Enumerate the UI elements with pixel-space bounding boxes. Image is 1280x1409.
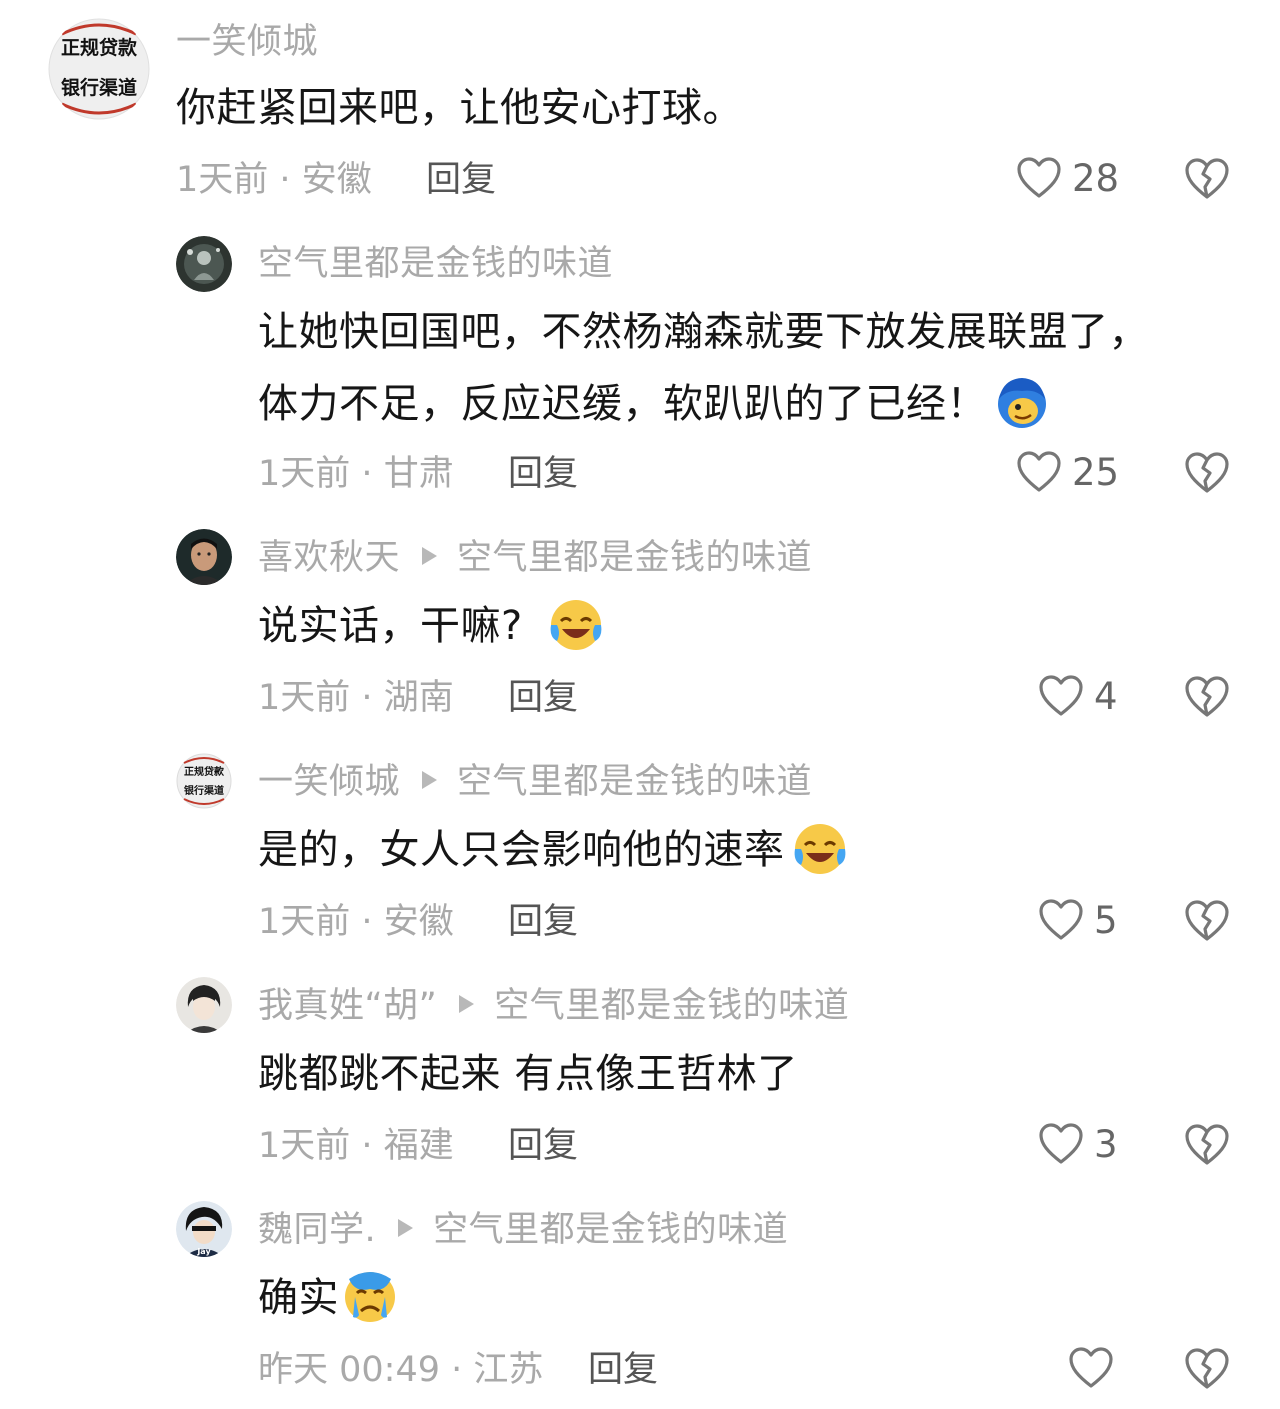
reply-button[interactable]: 回复 xyxy=(508,1126,578,1166)
svg-text:正规贷款: 正规贷款 xyxy=(61,36,138,59)
reply-to-username[interactable]: 空气里都是金钱的味道 xyxy=(457,538,812,578)
broken-heart-icon xyxy=(1185,676,1229,717)
reply-arrow-icon xyxy=(459,995,475,1013)
like-button[interactable]: 5 xyxy=(1038,898,1118,942)
username[interactable]: 一笑倾城 xyxy=(176,22,318,62)
dislike-button[interactable] xyxy=(1184,899,1230,947)
like-button[interactable]: 4 xyxy=(1038,674,1118,718)
location: 福建 xyxy=(383,1126,454,1166)
location: 江苏 xyxy=(473,1350,544,1390)
reply-to-username[interactable]: 空气里都是金钱的味道 xyxy=(457,762,812,802)
svg-text:正规贷款: 正规贷款 xyxy=(184,765,225,778)
reply-button[interactable]: 回复 xyxy=(508,454,578,494)
svg-text:银行渠道: 银行渠道 xyxy=(61,76,137,99)
heart-outline-icon xyxy=(1039,899,1083,940)
like-count: 28 xyxy=(1072,156,1120,200)
comment-line: 让她快回国吧，不然杨瀚森就要下放发展联盟了， xyxy=(258,309,1149,355)
like-count: 3 xyxy=(1094,1122,1118,1166)
separator: · xyxy=(279,160,291,200)
broken-heart-icon xyxy=(1185,1348,1229,1389)
comment-meta: 1天前 · 安徽 xyxy=(176,160,372,200)
avatar[interactable]: 正规贷款 银行渠道 xyxy=(176,753,232,809)
location: 甘肃 xyxy=(383,454,454,494)
separator: · xyxy=(361,678,373,718)
svg-text:银行渠道: 银行渠道 xyxy=(184,784,224,797)
timestamp: 1天前 xyxy=(258,678,351,718)
avatar[interactable] xyxy=(176,236,232,292)
location: 湖南 xyxy=(383,678,454,718)
like-button[interactable] xyxy=(1068,1346,1114,1390)
timestamp: 1天前 xyxy=(176,160,269,200)
reply-button[interactable]: 回复 xyxy=(588,1350,658,1390)
timestamp: 1天前 xyxy=(258,902,351,942)
comment-meta: 1天前 · 湖南 xyxy=(258,678,454,718)
dislike-button[interactable] xyxy=(1184,675,1230,723)
avatar[interactable] xyxy=(176,529,232,585)
heart-outline-icon xyxy=(1039,1123,1083,1164)
broken-heart-icon xyxy=(1185,1124,1229,1165)
reply-to-username[interactable]: 空气里都是金钱的味道 xyxy=(433,1210,788,1250)
crying-emoji xyxy=(345,1272,395,1322)
separator: · xyxy=(361,902,373,942)
timestamp: 昨天 00:49 xyxy=(258,1350,440,1390)
comment-text: 让她快回国吧，不然杨瀚森就要下放发展联盟了， 体力不足，反应迟缓，软趴趴的了已经… xyxy=(258,296,1149,440)
like-count: 5 xyxy=(1094,898,1118,942)
comment-text: 你赶紧回来吧，让他安心打球。 xyxy=(176,85,743,131)
reply-arrow-icon xyxy=(422,771,438,789)
laugh-cry-emoji xyxy=(794,824,845,874)
timestamp: 1天前 xyxy=(258,1126,351,1166)
avatar[interactable]: 正规贷款 银行渠道 xyxy=(48,18,150,120)
broken-heart-icon xyxy=(1185,900,1229,941)
reply-to-username[interactable]: 空气里都是金钱的味道 xyxy=(494,986,849,1026)
reply-arrow-icon xyxy=(422,547,438,565)
svg-text:Jay: Jay xyxy=(196,1247,211,1256)
comment-meta: 1天前 · 安徽 xyxy=(258,902,454,942)
separator: · xyxy=(361,454,373,494)
dislike-button[interactable] xyxy=(1184,451,1230,499)
heart-outline-icon xyxy=(1017,157,1061,198)
blue-hair-face-emoji xyxy=(998,378,1046,428)
reply-button[interactable]: 回复 xyxy=(426,160,496,200)
like-button[interactable]: 3 xyxy=(1038,1122,1118,1166)
reply-button[interactable]: 回复 xyxy=(508,902,578,942)
comment-line: 体力不足，反应迟缓，软趴趴的了已经！ xyxy=(258,368,1149,440)
separator: · xyxy=(361,1126,373,1166)
broken-heart-icon xyxy=(1185,452,1229,493)
comment-text: 说实话，干嘛? xyxy=(258,590,605,662)
like-button[interactable]: 28 xyxy=(1016,156,1119,200)
heart-outline-icon xyxy=(1039,675,1083,716)
separator: · xyxy=(451,1350,463,1390)
username[interactable]: 喜欢秋天 空气里都是金钱的味道 xyxy=(258,538,812,578)
dislike-button[interactable] xyxy=(1184,1347,1230,1395)
username[interactable]: 空气里都是金钱的味道 xyxy=(258,244,613,284)
username[interactable]: 我真姓“胡” 空气里都是金钱的味道 xyxy=(258,986,849,1026)
broken-heart-icon xyxy=(1185,158,1229,199)
heart-outline-icon xyxy=(1069,1347,1113,1388)
location: 安徽 xyxy=(383,902,454,942)
comment-text: 是的，女人只会影响他的速率 xyxy=(258,814,849,886)
laugh-cry-emoji xyxy=(550,600,602,650)
dislike-button[interactable] xyxy=(1184,1123,1230,1171)
reply-button[interactable]: 回复 xyxy=(508,678,578,718)
avatar[interactable]: Jay xyxy=(176,1201,232,1257)
like-count: 4 xyxy=(1094,674,1118,718)
like-count: 25 xyxy=(1072,450,1120,494)
avatar[interactable] xyxy=(176,977,232,1033)
timestamp: 1天前 xyxy=(258,454,351,494)
username[interactable]: 魏同学. 空气里都是金钱的味道 xyxy=(258,1210,788,1250)
location: 安徽 xyxy=(301,160,372,200)
like-button[interactable]: 25 xyxy=(1016,450,1119,494)
reply-arrow-icon xyxy=(398,1219,414,1237)
comment-meta: 1天前 · 甘肃 xyxy=(258,454,454,494)
comment-meta: 昨天 00:49 · 江苏 xyxy=(258,1350,543,1390)
comment-meta: 1天前 · 福建 xyxy=(258,1126,454,1166)
heart-outline-icon xyxy=(1017,451,1061,492)
comment-text: 确实 xyxy=(258,1262,399,1334)
username[interactable]: 一笑倾城 空气里都是金钱的味道 xyxy=(258,762,812,802)
dislike-button[interactable] xyxy=(1184,157,1230,205)
comment-text: 跳都跳不起来 有点像王哲林了 xyxy=(258,1051,798,1097)
